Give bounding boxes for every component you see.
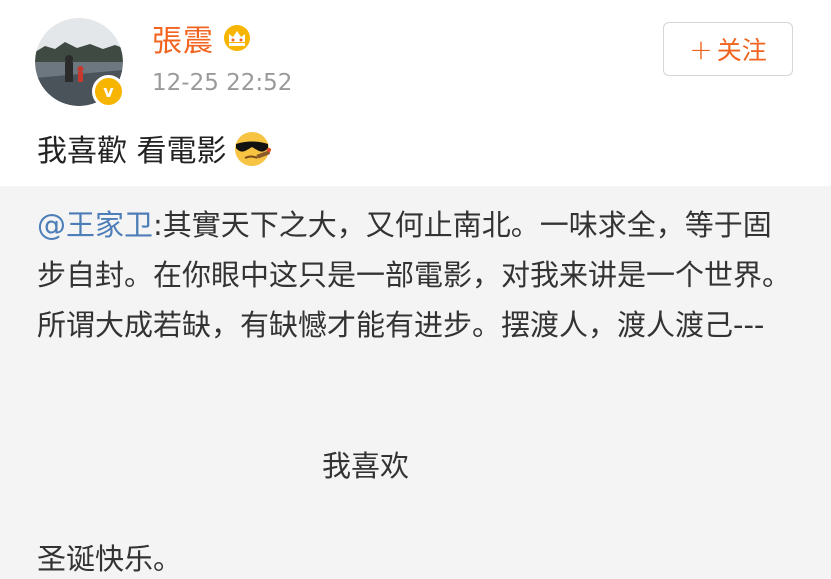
follow-button-label: 关注 <box>716 36 767 65</box>
sunglasses-cigar-emoji <box>234 132 271 166</box>
author-name[interactable]: 張震 <box>152 16 214 60</box>
avatar[interactable]: v <box>35 18 125 108</box>
post-body: 我喜歡 看電影 <box>37 124 273 172</box>
author-row: 張震 <box>152 16 252 60</box>
verified-badge-icon: v <box>92 75 125 108</box>
post-timestamp: 12-25 22:52 <box>152 70 293 96</box>
repost-centered-line: 我喜欢 <box>322 449 410 483</box>
repost-box[interactable]: @王家卫:其實天下之大，又何止南北。一味求全，等于固步自封。在你眼中这只是一部電… <box>0 186 831 579</box>
repost-closing-line: 圣诞快乐。 <box>37 542 183 576</box>
repost-text: @王家卫:其實天下之大，又何止南北。一味求全，等于固步自封。在你眼中这只是一部電… <box>37 200 797 350</box>
plus-icon: + <box>689 32 713 66</box>
follow-button[interactable]: + 关注 <box>663 22 793 76</box>
mention-link[interactable]: @王家卫 <box>37 208 153 242</box>
crown-icon <box>224 25 250 51</box>
post-text: 我喜歡 看電影 <box>37 134 227 169</box>
